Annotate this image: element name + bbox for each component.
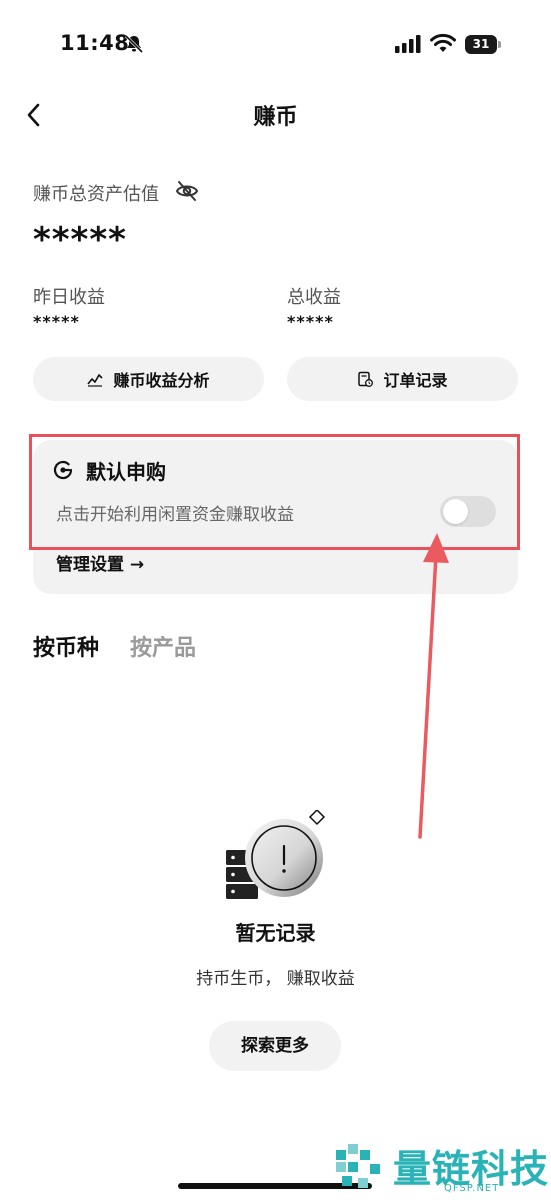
tab-by-coin[interactable]: 按币种 bbox=[33, 630, 99, 662]
earnings-analysis-label: 赚币收益分析 bbox=[113, 371, 210, 390]
total-earnings-label: 总收益 bbox=[287, 287, 341, 308]
earnings-analysis-button[interactable]: 赚币收益分析 bbox=[33, 357, 264, 401]
signal-icon bbox=[395, 35, 421, 53]
status-bar: 11:48 31 bbox=[0, 0, 551, 90]
wifi-icon bbox=[430, 33, 456, 52]
order-records-label: 订单记录 bbox=[383, 371, 448, 390]
battery-icon: 31 bbox=[465, 35, 501, 54]
order-records-button[interactable]: 订单记录 bbox=[287, 357, 518, 401]
battery-level: 31 bbox=[472, 37, 490, 51]
order-record-icon bbox=[358, 371, 374, 387]
empty-state-description: 持币生币， 赚取收益 bbox=[196, 969, 355, 989]
yesterday-earnings-label: 昨日收益 bbox=[33, 287, 105, 308]
manage-settings-link[interactable]: 管理设置 → bbox=[56, 550, 144, 575]
tab-by-product[interactable]: 按产品 bbox=[130, 630, 196, 662]
chart-icon bbox=[87, 374, 104, 387]
annotation-arrow bbox=[418, 533, 449, 839]
yesterday-earnings-value: ***** bbox=[33, 312, 80, 331]
watermark-subtext: QFSP.NET bbox=[444, 1183, 500, 1194]
empty-record-icon bbox=[226, 810, 326, 899]
total-assets-value: ***** bbox=[33, 220, 127, 260]
watermark-logo-icon bbox=[336, 1144, 380, 1188]
status-time: 11:48 bbox=[60, 31, 130, 55]
explore-more-button[interactable]: 探索更多 bbox=[209, 1021, 341, 1071]
total-earnings-value: ***** bbox=[287, 312, 334, 331]
empty-state-title: 暂无记录 bbox=[235, 921, 316, 945]
bell-muted-icon bbox=[124, 34, 144, 54]
page-title: 赚币 bbox=[253, 105, 298, 130]
eye-hidden-icon[interactable] bbox=[175, 180, 199, 202]
total-assets-label: 赚币总资产估值 bbox=[33, 184, 159, 205]
